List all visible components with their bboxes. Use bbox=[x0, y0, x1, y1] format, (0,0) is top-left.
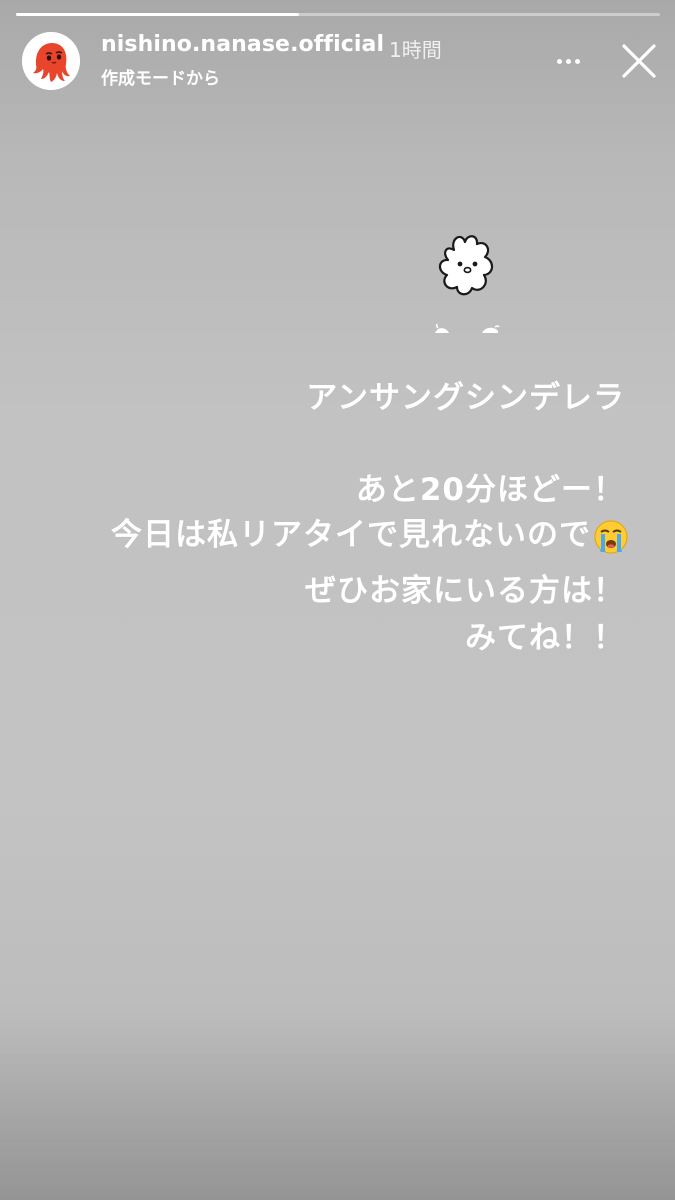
crying-face-emoji-icon bbox=[593, 519, 629, 555]
close-icon bbox=[622, 44, 656, 78]
story-progress-fill bbox=[16, 13, 300, 16]
username[interactable]: nishino.nanase.official bbox=[101, 32, 384, 57]
created-with-label: 作成モードから bbox=[101, 69, 220, 89]
more-options-button[interactable] bbox=[548, 44, 588, 78]
bunny-sticker bbox=[432, 230, 504, 342]
story-view[interactable]: nishino.nanase.official 1時間 作成モードから アンサン… bbox=[0, 0, 675, 1200]
story-text-title: アンサングシンデレラ bbox=[306, 380, 625, 416]
story-text-line: あと20分ほどー！ bbox=[355, 472, 625, 508]
octopus-avatar-icon bbox=[22, 32, 80, 90]
more-dots-icon bbox=[556, 58, 562, 64]
more-dot bbox=[574, 58, 580, 64]
close-button[interactable] bbox=[618, 40, 660, 82]
post-time: 1時間 bbox=[389, 38, 442, 62]
more-dot bbox=[565, 58, 571, 64]
story-text-line: みてね！！ bbox=[465, 620, 625, 656]
bottom-gradient bbox=[0, 1020, 675, 1200]
story-progress-bar bbox=[16, 13, 660, 16]
white-bunny-sticker-icon bbox=[435, 235, 500, 333]
story-text-line: ぜひお家にいる方は！ bbox=[305, 573, 625, 609]
story-text-line: 今日は私リアタイで見れないので bbox=[111, 517, 591, 553]
story-text-line-with-emoji: 今日は私リアタイで見れないので bbox=[111, 509, 629, 555]
avatar[interactable] bbox=[22, 32, 80, 90]
